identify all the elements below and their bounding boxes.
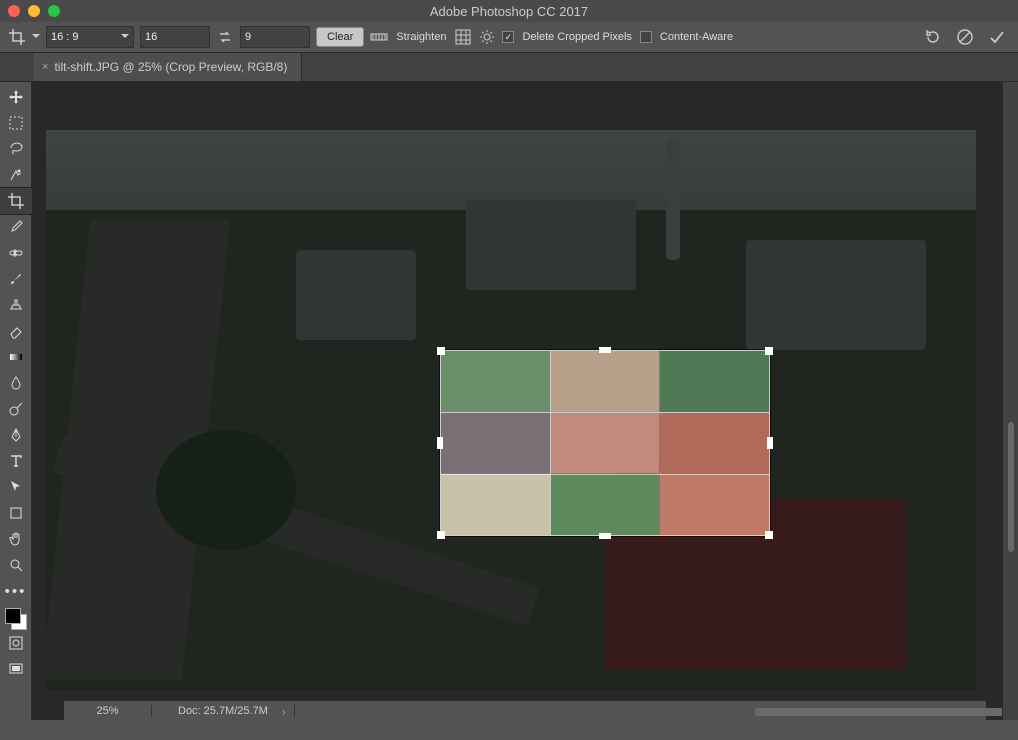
zoom-tool[interactable] (0, 552, 32, 578)
document-tab-bar: × tilt-shift.JPG @ 25% (Crop Preview, RG… (0, 53, 1018, 82)
options-bar: 16 : 9 Clear Straighten Delete Cropped P… (0, 22, 1018, 53)
crop-height-input[interactable] (240, 26, 310, 48)
document-tab-title: tilt-shift.JPG @ 25% (Crop Preview, RGB/… (54, 60, 287, 74)
commit-crop-button[interactable] (988, 28, 1006, 46)
workspace: ••• (0, 82, 1018, 720)
eyedropper-tool[interactable] (0, 214, 32, 240)
quick-mask-button[interactable] (0, 630, 32, 656)
crop-width-input[interactable] (140, 26, 210, 48)
vertical-scrollbar-thumb[interactable] (1008, 422, 1014, 552)
chevron-down-icon (121, 32, 129, 42)
straighten-label[interactable]: Straighten (396, 31, 446, 43)
horizontal-scrollbar[interactable] (295, 706, 986, 716)
eraser-tool[interactable] (0, 318, 32, 344)
crop-handle-left[interactable] (437, 437, 443, 449)
clear-button-label: Clear (327, 31, 353, 43)
crop-selection[interactable] (440, 350, 770, 536)
dodge-tool[interactable] (0, 396, 32, 422)
brush-tool[interactable] (0, 266, 32, 292)
crop-handle-top[interactable] (599, 347, 611, 353)
active-tool-indicator[interactable] (8, 28, 40, 46)
crop-options-gear-button[interactable] (478, 28, 496, 46)
delete-cropped-label[interactable]: Delete Cropped Pixels (522, 31, 631, 43)
foreground-color-swatch[interactable] (5, 608, 21, 624)
zoom-level[interactable]: 25% (64, 705, 152, 717)
lasso-tool[interactable] (0, 136, 32, 162)
app-title: Adobe Photoshop CC 2017 (0, 4, 1018, 19)
pen-tool[interactable] (0, 422, 32, 448)
canvas-area[interactable]: 25% Doc: 25.7M/25.7M (32, 82, 1002, 720)
quick-select-tool[interactable] (0, 162, 32, 188)
status-bar: 25% Doc: 25.7M/25.7M (64, 700, 986, 720)
crop-tool[interactable] (0, 188, 32, 214)
color-swatches[interactable] (5, 608, 27, 630)
horizontal-scrollbar-thumb[interactable] (755, 708, 1002, 716)
close-tab-button[interactable]: × (42, 61, 48, 73)
hand-tool[interactable] (0, 526, 32, 552)
move-tool[interactable] (0, 84, 32, 110)
straighten-icon[interactable] (370, 28, 388, 46)
crop-preview-image (441, 351, 769, 535)
content-aware-label[interactable]: Content-Aware (660, 31, 733, 43)
marquee-tool[interactable] (0, 110, 32, 136)
gradient-tool[interactable] (0, 344, 32, 370)
crop-handle-top-left[interactable] (437, 347, 445, 355)
chevron-down-icon (32, 31, 40, 43)
healing-brush-tool[interactable] (0, 240, 32, 266)
toolbox: ••• (0, 82, 32, 720)
crop-icon (8, 28, 26, 46)
document-tab[interactable]: × tilt-shift.JPG @ 25% (Crop Preview, RG… (34, 53, 302, 81)
aspect-ratio-value: 16 : 9 (51, 31, 79, 43)
crop-handle-bottom-left[interactable] (437, 531, 445, 539)
content-aware-checkbox[interactable] (640, 31, 652, 43)
clear-button[interactable]: Clear (316, 27, 364, 47)
shape-tool[interactable] (0, 500, 32, 526)
crop-handle-top-right[interactable] (765, 347, 773, 355)
window-titlebar: Adobe Photoshop CC 2017 (0, 0, 1018, 22)
right-panel-collapsed[interactable] (1002, 82, 1018, 720)
crop-handle-right[interactable] (767, 437, 773, 449)
aspect-ratio-select[interactable]: 16 : 9 (46, 26, 134, 48)
delete-cropped-checkbox[interactable] (502, 31, 514, 43)
screen-mode-button[interactable] (0, 656, 32, 682)
path-select-tool[interactable] (0, 474, 32, 500)
document-canvas[interactable] (46, 130, 976, 690)
crop-handle-bottom-right[interactable] (765, 531, 773, 539)
reset-crop-button[interactable] (924, 28, 942, 46)
overlay-grid-button[interactable] (454, 28, 472, 46)
type-tool[interactable] (0, 448, 32, 474)
clone-stamp-tool[interactable] (0, 292, 32, 318)
swap-dimensions-button[interactable] (216, 28, 234, 46)
blur-tool[interactable] (0, 370, 32, 396)
document-info[interactable]: Doc: 25.7M/25.7M (152, 705, 295, 717)
crop-handle-bottom[interactable] (599, 533, 611, 539)
cancel-crop-button[interactable] (956, 28, 974, 46)
edit-toolbar-button[interactable]: ••• (0, 578, 32, 604)
